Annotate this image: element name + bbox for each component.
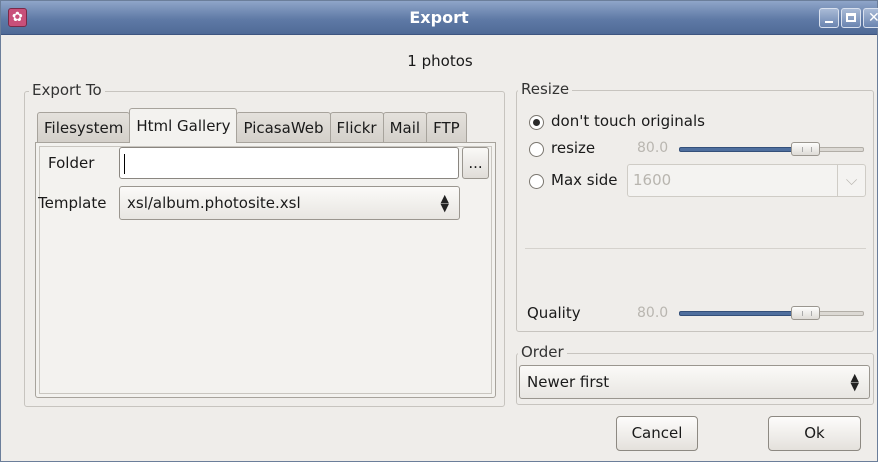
tab-picasaweb[interactable]: PicasaWeb [236,112,331,143]
photo-count: 1 photos [407,52,473,70]
chevron-down-icon: ⌵ [837,165,865,196]
resize-radio[interactable] [529,142,544,157]
template-select[interactable]: xsl/album.photosite.xsl ▲ ▼ [119,186,460,220]
resize-value: 80.0 [637,140,669,156]
window-title: Export [409,8,469,27]
quality-slider-handle[interactable] [791,306,820,320]
folder-input[interactable] [119,147,459,179]
folder-label: Folder [48,154,95,172]
quality-value: 80.0 [637,305,669,321]
minimize-icon [825,21,833,23]
template-label: Template [38,194,107,212]
dont-touch-radio[interactable] [529,115,544,130]
template-value: xsl/album.photosite.xsl [127,194,301,212]
quality-label: Quality [527,304,581,322]
export-dialog: ✿ Export ✕ 1 photos Export To Filesystem… [0,0,878,462]
resize-label[interactable]: resize [551,139,595,157]
tab-ftp[interactable]: FTP [426,112,467,143]
resize-separator [525,248,866,249]
tab-flickr[interactable]: Flickr [329,112,384,143]
tab-mail[interactable]: Mail [382,112,428,143]
export-tabs: Filesystem Html Gallery PicasaWeb Flickr… [37,108,467,143]
dont-touch-label[interactable]: don't touch originals [551,112,705,130]
tab-filesystem[interactable]: Filesystem [37,112,131,143]
order-value: Newer first [527,373,610,391]
order-select[interactable]: Newer first ▲ ▼ [519,365,870,399]
ok-button[interactable]: Ok [768,416,861,451]
quality-slider-fill [679,311,797,316]
close-icon: ✕ [868,10,878,26]
tab-html-gallery[interactable]: Html Gallery [129,108,238,143]
minimize-button[interactable] [819,8,839,28]
text-caret [124,154,125,174]
resize-legend: Resize [518,80,573,98]
title-bar[interactable]: ✿ Export ✕ [1,1,878,35]
order-legend: Order [518,343,567,361]
resize-slider-handle[interactable] [791,142,820,156]
resize-slider-fill [679,147,797,152]
export-to-legend: Export To [29,81,105,99]
html-gallery-page [35,142,496,398]
maximize-button[interactable] [841,8,861,28]
cancel-button[interactable]: Cancel [616,416,698,451]
updown-icon: ▲ ▼ [440,192,449,214]
max-side-value: 1600 [633,171,672,189]
browse-button[interactable]: ... [462,147,489,179]
updown-icon: ▲ ▼ [850,371,859,393]
close-button[interactable]: ✕ [863,8,878,28]
max-side-radio[interactable] [529,174,544,189]
maximize-icon [846,13,856,22]
max-side-label[interactable]: Max side [551,171,618,189]
max-side-spinbox: 1600 [627,164,866,197]
